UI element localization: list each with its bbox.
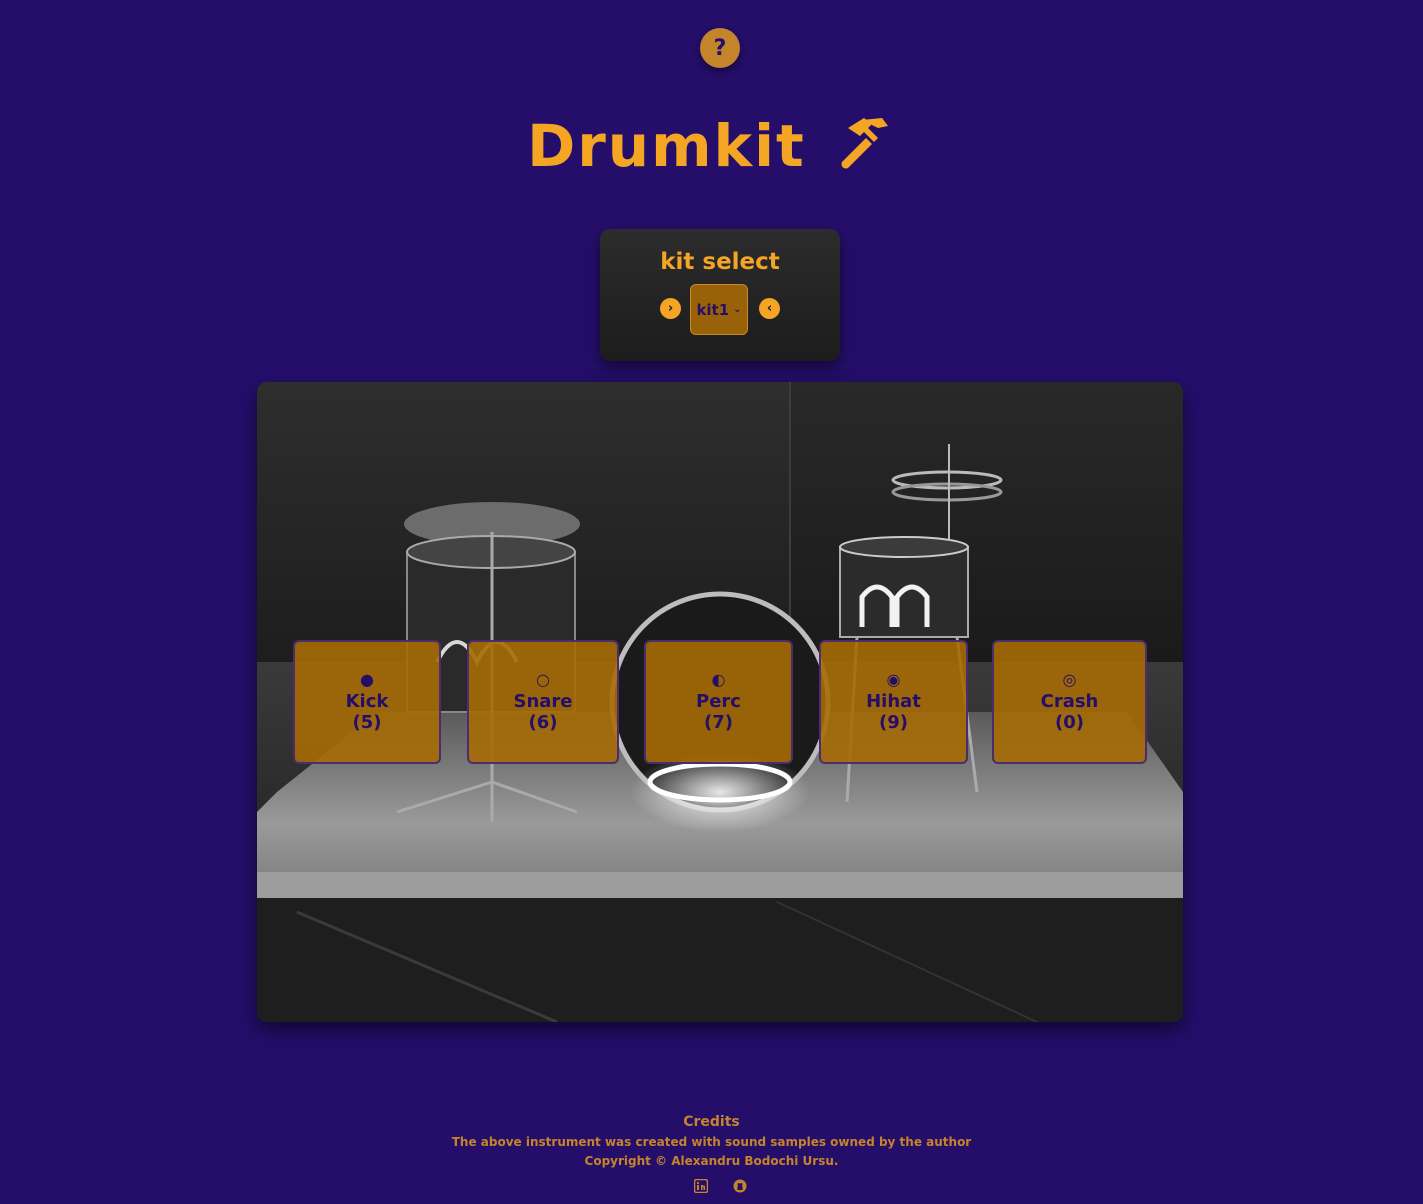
kit-dropdown[interactable]: kit1 ⌄ <box>690 284 748 335</box>
linkedin-link[interactable] <box>694 1179 708 1193</box>
pad-snare[interactable]: ○ Snare (6) <box>467 640 619 764</box>
github-link[interactable] <box>733 1179 747 1193</box>
pad-hihat[interactable]: ◉ Hihat (9) <box>819 640 968 764</box>
credits-section: Credits The above instrument was created… <box>0 1114 1423 1171</box>
filled-circle-icon: ● <box>360 670 374 689</box>
dot-circle-icon: ◉ <box>886 670 901 689</box>
pad-key: (0) <box>1055 712 1084 733</box>
credits-line: The above instrument was created with so… <box>451 1135 972 1149</box>
pad-label: Hihat <box>866 691 921 712</box>
copyright-line: Copyright © Alexandru Bodochi Ursu. <box>584 1154 839 1168</box>
pad-label: Kick <box>345 691 389 712</box>
pad-label: Perc <box>696 691 741 712</box>
github-icon <box>733 1179 747 1193</box>
pad-kick[interactable]: ● Kick (5) <box>293 640 441 764</box>
chevron-left-icon: ‹ <box>766 301 773 316</box>
bullseye-icon: ◎ <box>1062 670 1077 689</box>
pad-key: (6) <box>528 712 558 733</box>
page-title: Drumkit <box>0 112 1423 184</box>
hammer-icon <box>838 116 896 184</box>
empty-circle-icon: ○ <box>536 670 550 689</box>
question-icon: ? <box>713 35 727 61</box>
linkedin-icon <box>694 1179 708 1193</box>
previous-kit-button[interactable]: ‹ <box>759 298 780 319</box>
kit-dropdown-value: kit1 <box>696 300 730 319</box>
kit-select-panel: kit select › kit1 ⌄ ‹ <box>600 229 840 361</box>
chevron-down-icon: ⌄ <box>733 304 742 315</box>
kit-select-label: kit select <box>660 249 780 275</box>
title-text: Drumkit <box>527 112 806 180</box>
pad-label: Snare <box>513 691 573 712</box>
pad-key: (7) <box>704 712 733 733</box>
next-kit-button[interactable]: › <box>660 298 681 319</box>
pad-key: (9) <box>879 712 908 733</box>
pad-perc[interactable]: ◐ Perc (7) <box>644 640 793 764</box>
pad-crash[interactable]: ◎ Crash (0) <box>992 640 1147 764</box>
drumkit-stage: ● Kick (5) ○ Snare (6) ◐ Perc (7) ◉ Hiha… <box>257 382 1183 1022</box>
pad-key: (5) <box>352 712 382 733</box>
pad-label: Crash <box>1040 691 1099 712</box>
half-circle-icon: ◐ <box>711 670 726 689</box>
chevron-right-icon: › <box>667 301 674 316</box>
help-button[interactable]: ? <box>700 28 740 68</box>
credits-title: Credits <box>683 1114 740 1130</box>
